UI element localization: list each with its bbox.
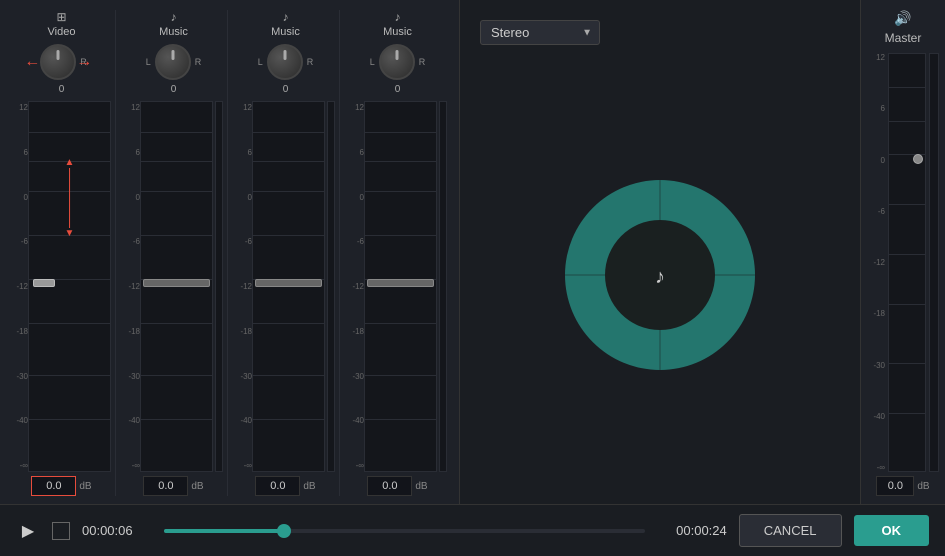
timeline-fill	[164, 529, 284, 533]
video-knob-value: 0	[59, 84, 65, 95]
music3-right-label: R	[419, 57, 426, 67]
master-scale: 1260-6-12-18-30-40-∞	[867, 53, 885, 472]
center-section: Stereo Mono 5.1 ▼ ♪	[460, 0, 860, 504]
music3-knob[interactable]	[379, 44, 415, 80]
master-fader-handle[interactable]	[913, 154, 923, 164]
music1-label: Music	[159, 26, 188, 38]
channel-video: ⊞ Video ← → R 0 1260-6-12-18-30-40-∞	[8, 10, 116, 496]
video-scale: 1260-6-12-18-30-40-∞	[12, 101, 28, 472]
time-total: 00:00:24	[657, 523, 727, 538]
music1-vu	[215, 101, 223, 472]
music2-knob[interactable]	[267, 44, 303, 80]
music1-knob[interactable]	[155, 44, 191, 80]
music1-icon: ♪	[171, 10, 177, 24]
music2-db-input[interactable]	[255, 476, 300, 496]
channel-music3: ♪ Music L R 0 1260-6-12-18-30-40-∞	[344, 10, 451, 496]
music1-fader-handle[interactable]	[143, 279, 210, 287]
music3-knob-value: 0	[395, 84, 401, 95]
channel-music2: ♪ Music L R 0 1260-6-12-18-30-40-∞	[232, 10, 340, 496]
music2-scale: 1260-6-12-18-30-40-∞	[236, 101, 252, 472]
volume-icon: 🔊	[894, 10, 911, 27]
music3-left-label: L	[370, 57, 375, 67]
music2-label: Music	[271, 26, 300, 38]
channel-music1: ♪ Music L R 0 1260-6-12-18-30-40-∞	[120, 10, 228, 496]
video-db-input[interactable]	[31, 476, 76, 496]
panning-donut[interactable]: ♪	[550, 165, 770, 385]
timeline[interactable]	[164, 529, 645, 533]
master-label: Master	[885, 31, 922, 45]
music3-fader-handle[interactable]	[367, 279, 434, 287]
music1-db-input[interactable]	[143, 476, 188, 496]
timeline-thumb[interactable]	[277, 524, 291, 538]
music2-fader-handle[interactable]	[255, 279, 322, 287]
video-fader-handle[interactable]	[33, 279, 55, 287]
music2-knob-value: 0	[283, 84, 289, 95]
music3-fader-track[interactable]	[364, 101, 437, 472]
music1-knob-value: 0	[171, 84, 177, 95]
stereo-select-wrapper[interactable]: Stereo Mono 5.1 ▼	[480, 20, 600, 45]
video-label: Video	[48, 26, 76, 38]
master-db-input[interactable]	[876, 476, 914, 496]
music2-icon: ♪	[283, 10, 289, 24]
music1-scale: 1260-6-12-18-30-40-∞	[124, 101, 140, 472]
master-section: 🔊 Master 1260-6-12-18-30-40-∞ dB	[860, 0, 945, 504]
video-icon: ⊞	[56, 10, 66, 24]
music3-scale: 1260-6-12-18-30-40-∞	[348, 101, 364, 472]
music2-right-label: R	[307, 57, 314, 67]
music3-icon: ♪	[395, 10, 401, 24]
play-button[interactable]: ▶	[16, 519, 40, 543]
master-vu	[929, 53, 939, 472]
music1-right-label: R	[195, 57, 202, 67]
cancel-button[interactable]: CANCEL	[739, 514, 842, 547]
video-fader-track[interactable]: ▲ ▼	[28, 101, 111, 472]
stop-button[interactable]	[52, 522, 70, 540]
mixer-panel: ⊞ Video ← → R 0 1260-6-12-18-30-40-∞	[0, 0, 460, 504]
music1-left-label: L	[146, 57, 151, 67]
bottom-bar: ▶ 00:00:06 00:00:24 CANCEL OK	[0, 504, 945, 556]
music2-left-label: L	[258, 57, 263, 67]
music3-vu	[439, 101, 447, 472]
music1-fader-track[interactable]	[140, 101, 213, 472]
master-fader-area: 1260-6-12-18-30-40-∞	[867, 53, 939, 472]
music2-fader-track[interactable]	[252, 101, 325, 472]
svg-text:♪: ♪	[655, 266, 665, 288]
stereo-select[interactable]: Stereo Mono 5.1	[480, 20, 600, 45]
donut-container: ♪	[550, 65, 770, 484]
music3-label: Music	[383, 26, 412, 38]
master-fader-track[interactable]	[888, 53, 926, 472]
video-knob[interactable]: ← →	[40, 44, 76, 80]
music3-db-input[interactable]	[367, 476, 412, 496]
time-current: 00:00:06	[82, 523, 152, 538]
music2-vu	[327, 101, 335, 472]
ok-button[interactable]: OK	[854, 515, 930, 546]
